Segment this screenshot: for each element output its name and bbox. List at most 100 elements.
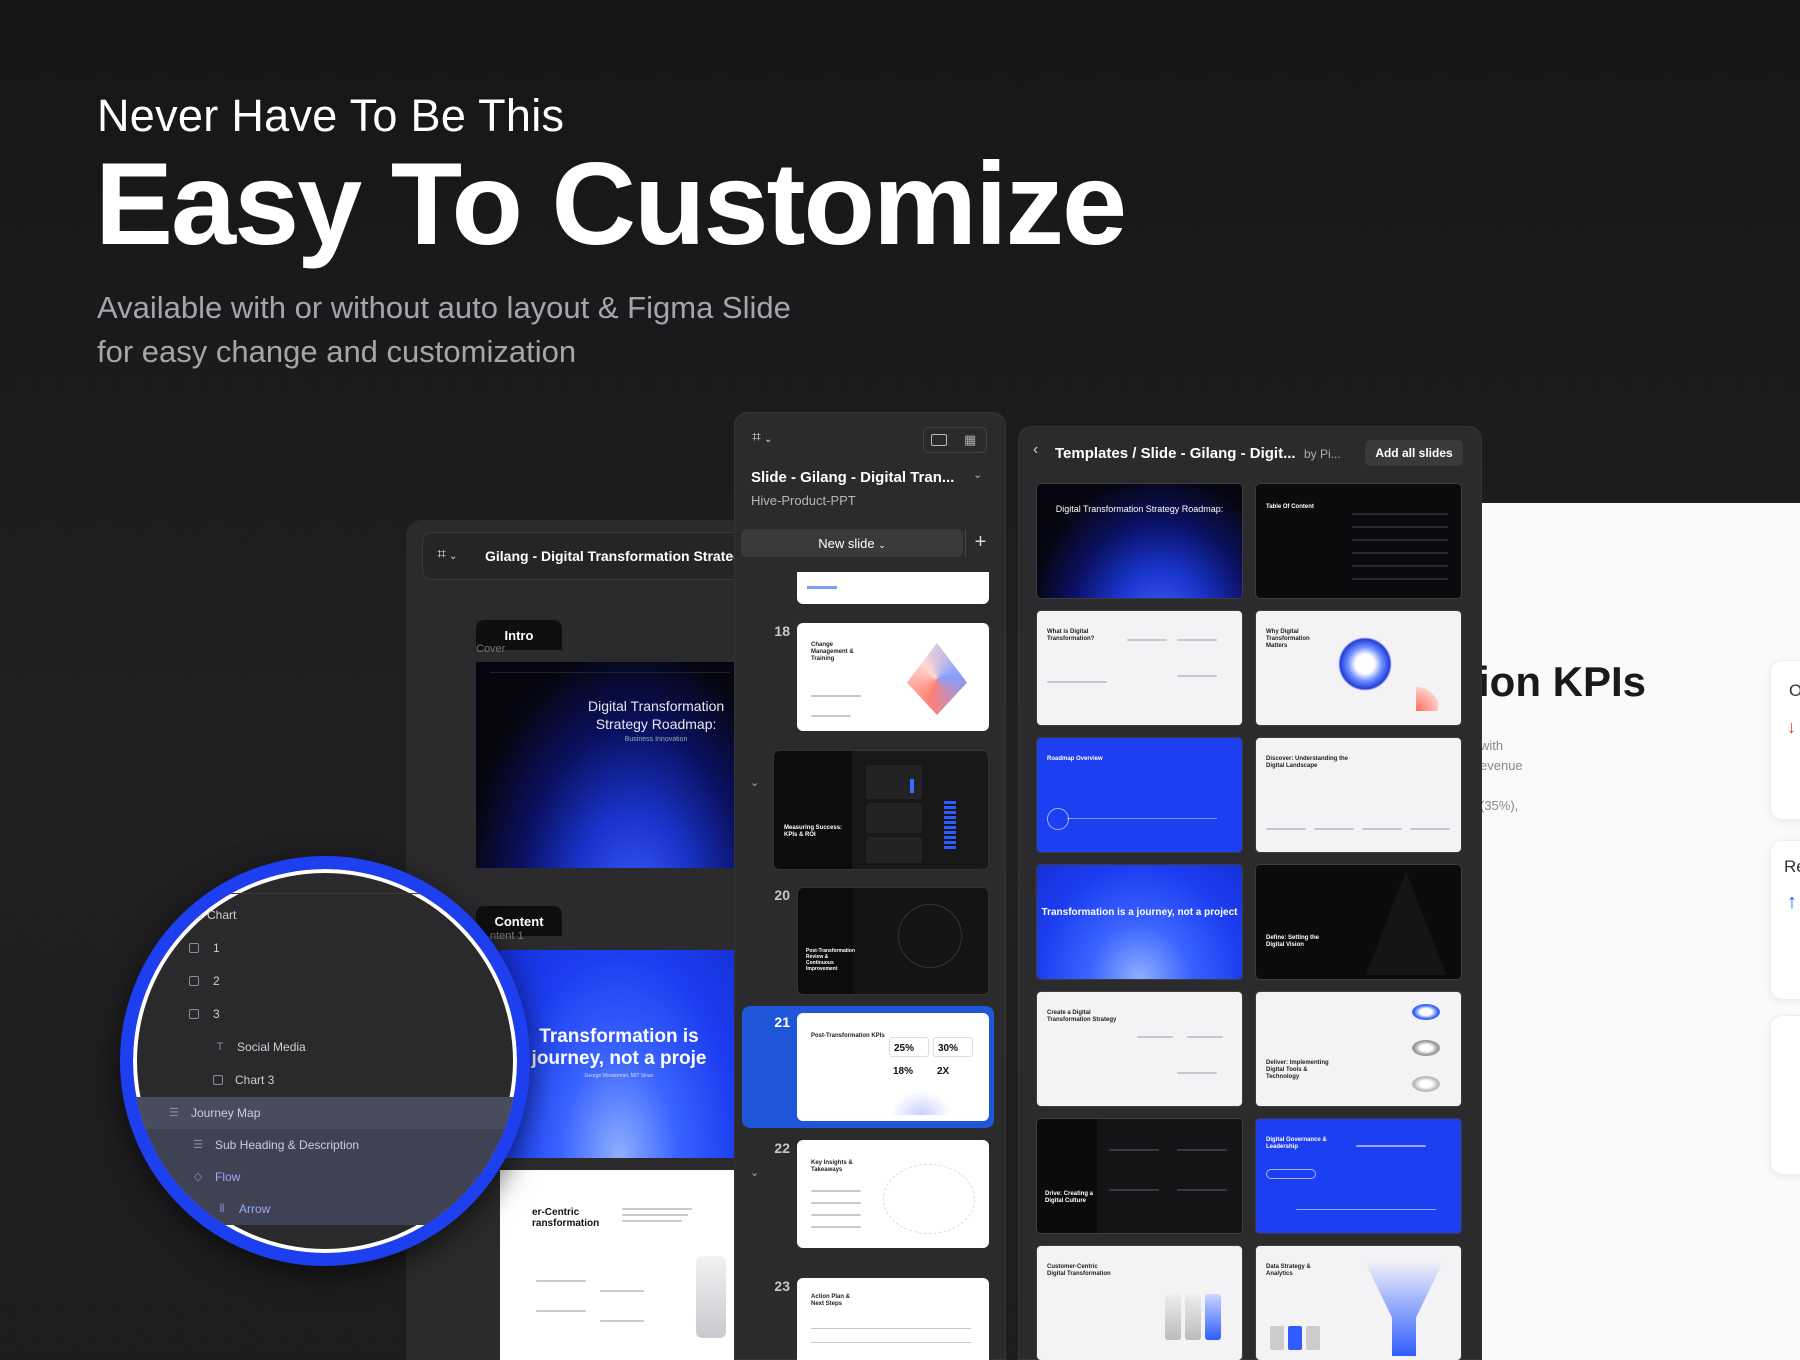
canvas-kpi-card[interactable]: Re ↑ [1770,840,1800,1000]
template-thumbnail[interactable]: Discover: Understanding the Digital Land… [1255,737,1462,853]
template-thumbnail[interactable]: Transformation is a journey, not a proje… [1036,864,1243,980]
disc-graphic [1412,1040,1440,1056]
layer-row[interactable]: ⦀ Arrow [133,1193,517,1225]
kpi-stat: 18% [893,1066,914,1077]
figma-logo-icon[interactable]: ⌗ ⌄ [437,546,457,564]
text-line [1356,1145,1426,1147]
layer-row[interactable]: T Social Media [133,1031,517,1063]
panel-block [1097,1119,1242,1233]
slide-thumbnail[interactable] [797,572,989,604]
single-view-icon[interactable] [931,434,947,446]
template-title: Why Digital Transformation Matters [1266,629,1310,650]
slide-thumbnail-22[interactable]: Key Insights & Takeaways [797,1140,989,1248]
template-thumbnail[interactable]: Digital Transformation Strategy Roadmap: [1036,483,1243,599]
cover-title-line-2: Strategy Roadmap: [595,715,717,732]
grid-view-icon[interactable]: ▦ [964,433,976,447]
template-thumbnail[interactable]: Data Strategy & Analytics [1255,1245,1462,1360]
divider [811,1328,971,1329]
journey-title-line-2: ransformation [532,1218,600,1229]
layer-row[interactable]: ◇ Flow [133,1161,517,1193]
layer-label: 3 [213,1007,220,1021]
layer-label: Chart 3 [235,1073,275,1087]
text-line [811,1190,861,1192]
layer-label: 1 [213,941,220,955]
bar-graphic [1270,1326,1284,1350]
layer-label: Sub Heading & Description [215,1138,360,1152]
file-toolbar: ⌗ ⌄ Gilang - Digital Transformation Strat… [422,532,752,580]
layer-row[interactable]: 2 [133,965,517,997]
template-title: Digital Governance & Leadership [1266,1137,1327,1151]
frame-icon [189,943,199,953]
journey-slide[interactable]: er-Centric ransformation [500,1170,738,1360]
canvas-kpi-card[interactable] [1770,1015,1800,1175]
slide-thumbnail-18[interactable]: Change Management & Training [797,623,989,731]
template-thumbnail[interactable]: Why Digital Transformation Matters [1255,610,1462,726]
bar-graphic [1185,1294,1201,1340]
layer-row-selected[interactable]: ☰ Journey Map [133,1097,517,1129]
gradient-diamond-graphic [907,643,967,715]
template-thumbnail[interactable]: Drive: Creating a Digital Culture [1036,1118,1243,1234]
template-thumbnail[interactable]: Customer-Centric Digital Transformation [1036,1245,1243,1360]
layer-row[interactable]: Chart 3 [133,1064,517,1096]
auto-layout-icon: ☰ [193,1139,203,1151]
chevron-down-icon: ⌄ [878,540,886,550]
kpi-card-label: O [1789,681,1800,700]
add-all-slides-button[interactable]: Add all slides [1365,440,1463,466]
canvas-kpi-card[interactable]: O ↓ [1770,660,1800,820]
layer-label: Bar Chart [185,908,237,922]
layer-label: Arrow [239,1202,271,1216]
add-slide-button[interactable]: + [965,529,995,557]
collapse-chevron-icon[interactable]: ⌄ [750,776,759,789]
slide-thumbnail-20[interactable]: Post-Transformation Review & Continuous … [797,887,989,995]
bubble-graphic [883,1164,975,1234]
section-sublabel: Cover [476,643,506,655]
timeline-line [1067,818,1217,819]
frame-icon [213,1075,223,1085]
template-thumbnail[interactable]: Create a Digital Transformation Strategy [1036,991,1243,1107]
template-thumbnail[interactable]: Deliver: Implementing Digital Tools & Te… [1255,991,1462,1107]
down-arrow-icon: ↓ [1787,717,1796,737]
disc-graphic [1412,1004,1440,1020]
chart-card [866,837,922,863]
template-title: Table Of Content [1266,504,1314,510]
layers-magnifier: Bar Chart 1 2 3 T Social Media Chart 3 ☰ J… [120,856,530,1266]
layer-row[interactable]: ☰ Sub Heading & Description [133,1129,517,1161]
frame-icon [189,1009,199,1019]
collapse-chevron-icon[interactable]: ⌄ [750,1166,759,1179]
text-line [622,1214,688,1216]
funnel-graphic [1364,1260,1444,1356]
back-chevron-icon[interactable]: ‹ [1033,441,1038,459]
template-title: Drive: Creating a Digital Culture [1045,1191,1094,1205]
file-title[interactable]: Gilang - Digital Transformation Strategy [485,548,749,564]
cover-slide[interactable]: Digital Transformation Strategy Roadmap:… [476,662,738,868]
bar-graphic [1306,1326,1320,1350]
canvas-text-line: (35%), [1480,798,1519,813]
divider [1296,1209,1436,1210]
chevron-down-icon[interactable]: ⌄ [973,468,982,481]
text-line [1177,1189,1227,1191]
slide-number: 21 [774,1014,790,1030]
template-breadcrumb[interactable]: Templates / Slide - Gilang - Digit... [1055,445,1296,462]
layer-row[interactable]: 3 [133,998,517,1030]
template-thumbnail[interactable]: Table Of Content [1255,483,1462,599]
chart-bar [910,779,914,793]
slide-file-title[interactable]: Slide - Gilang - Digital Tran... [751,469,954,486]
figma-logo-icon[interactable]: ⌗ ⌄ [752,429,772,447]
layer-row[interactable]: 1 [133,932,517,964]
content-slide[interactable]: Transformation is journey, not a proje G… [500,950,738,1158]
mini-bar [807,586,837,589]
template-thumbnail[interactable]: Digital Governance & Leadership [1255,1118,1462,1234]
new-slide-button[interactable]: New slide ⌄ [741,529,963,557]
layer-row[interactable]: Bar Chart [133,899,517,931]
template-thumbnail[interactable]: What is Digital Transformation? [1036,610,1243,726]
cover-caption: Business Innovation [624,736,688,743]
divider [811,1342,971,1343]
template-thumbnail[interactable]: Roadmap Overview [1036,737,1243,853]
slide-thumbnail-23[interactable]: Action Plan & Next Steps [797,1278,989,1360]
slide-number: 22 [774,1140,790,1156]
template-thumbnail[interactable]: Define: Setting the Digital Vision [1255,864,1462,980]
text-line [1266,828,1306,830]
template-title: Roadmap Overview [1047,756,1103,762]
slide-thumbnail-21[interactable]: Post-Transformation KPIs 25% 30% 18% 2X [797,1013,989,1121]
slide-thumbnail-19[interactable]: Measuring Success: KPIs & ROI [773,750,989,870]
